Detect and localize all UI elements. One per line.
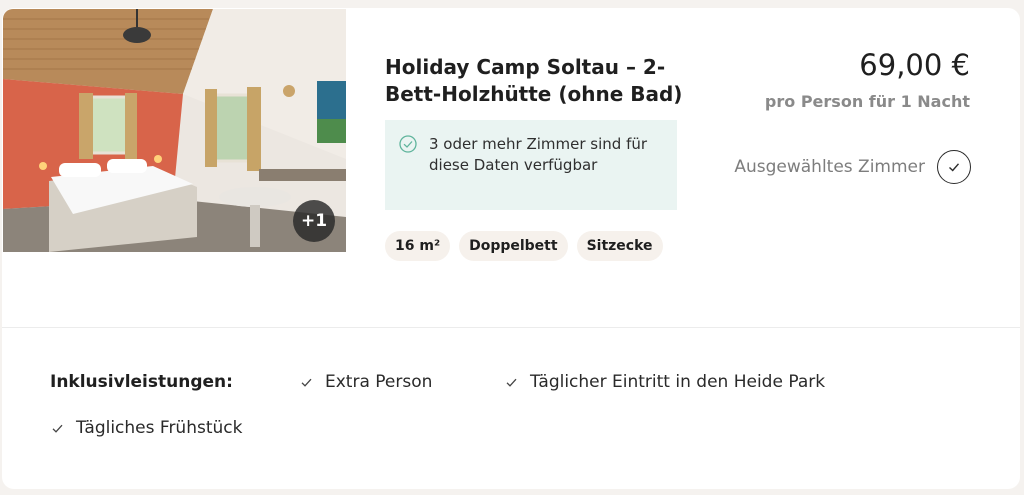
more-photos-badge[interactable]: +1 [293,200,335,242]
selected-room-toggle[interactable]: Ausgewähltes Zimmer [734,150,971,184]
check-circle-icon [399,135,417,159]
inclusion-item-label: Extra Person [325,372,433,392]
inclusion-item-label: Tägliches Frühstück [76,418,243,438]
availability-notice: 3 oder mehr Zimmer sind für diese Daten … [385,120,677,210]
inclusions-label: Inklusivleistungen: [50,372,233,392]
room-card: +1 Holiday Camp Soltau – 2-Bett-Holzhütt… [2,8,1020,489]
inclusion-item: Tägliches Frühstück [51,418,242,438]
feature-chip-size: 16 m² [385,231,451,261]
check-icon [506,378,517,387]
room-photo[interactable]: +1 [3,9,346,252]
room-title: Holiday Camp Soltau – 2-Bett-Holzhütte (… [385,55,683,106]
availability-text: 3 oder mehr Zimmer sind für diese Daten … [429,135,648,174]
check-icon [52,424,63,433]
inclusion-item-label: Täglicher Eintritt in den Heide Park [530,372,826,392]
room-price: 69,00 € [859,48,970,82]
selected-room-label: Ausgewähltes Zimmer [734,157,925,177]
check-icon [949,163,960,172]
feature-chips: 16 m² Doppelbett Sitzecke [385,231,663,261]
inclusion-item: Extra Person [300,372,432,392]
inclusion-item: Täglicher Eintritt in den Heide Park [505,372,825,392]
feature-chip-seating: Sitzecke [576,231,663,261]
price-note: pro Person für 1 Nacht [764,92,970,111]
selected-check-button[interactable] [937,150,971,184]
divider [2,327,1020,328]
feature-chip-bed: Doppelbett [459,231,568,261]
check-icon [301,378,312,387]
